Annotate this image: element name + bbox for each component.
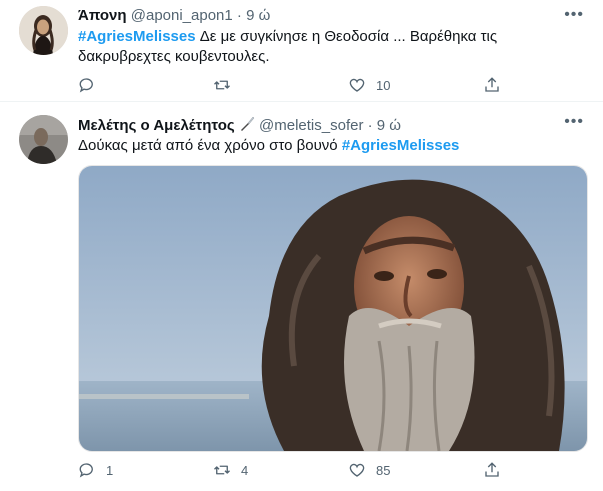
tweet[interactable]: Άπονη @aponi_apon1 · 9 ώ ••• #AgriesMeli… <box>0 0 603 102</box>
display-name[interactable]: Μελέτης ο Αμελέτητος <box>78 117 235 134</box>
more-icon[interactable]: ••• <box>564 6 584 24</box>
hashtag-link[interactable]: #AgriesMelisses <box>78 28 196 45</box>
tweet-header: Άπονη @aponi_apon1 · 9 ώ <box>78 7 270 24</box>
like-count: 10 <box>376 77 391 93</box>
share-icon <box>485 462 499 477</box>
share-button[interactable] <box>483 76 501 94</box>
share-icon <box>485 77 499 92</box>
like-button[interactable]: 10 <box>348 76 390 94</box>
retweet-icon <box>214 465 230 475</box>
like-button[interactable]: 85 <box>348 461 390 479</box>
tweet-photo[interactable] <box>78 165 588 452</box>
hashtag-link[interactable]: #AgriesMelisses <box>342 137 460 154</box>
separator-dot: · <box>367 117 373 134</box>
reply-icon <box>79 78 93 93</box>
knife-icon <box>240 116 255 131</box>
reply-button[interactable]: 1 <box>78 461 113 479</box>
share-button[interactable] <box>483 461 501 479</box>
display-name[interactable]: Άπονη <box>78 7 127 24</box>
retweet-icon <box>214 80 230 90</box>
timestamp[interactable]: 9 ώ <box>246 7 270 24</box>
like-count: 85 <box>376 462 391 478</box>
like-icon <box>349 78 365 92</box>
tweet-header: Μελέτης ο Αμελέτητος @meletis_sofer · 9 … <box>78 116 401 134</box>
tweet-actions: 10 <box>78 76 578 96</box>
avatar[interactable] <box>19 6 68 55</box>
tweet-text: Δούκας μετά από ένα χρόνο στο βουνό #Agr… <box>78 136 548 156</box>
tweet-actions: 1 4 85 <box>78 461 578 481</box>
retweet-button[interactable]: 4 <box>213 461 248 479</box>
reply-count: 1 <box>106 462 114 478</box>
tweet-text: #AgriesMelisses Δε με συγκίνησε η Θεοδοσ… <box>78 27 548 67</box>
avatar[interactable] <box>19 115 68 164</box>
more-icon[interactable]: ••• <box>564 113 584 131</box>
timestamp[interactable]: 9 ώ <box>377 117 401 134</box>
like-icon <box>349 463 365 477</box>
retweet-count: 4 <box>241 462 249 478</box>
user-handle[interactable]: @aponi_apon1 <box>131 7 233 24</box>
separator-dot: · <box>236 7 242 24</box>
tweet-body: Δούκας μετά από ένα χρόνο στο βουνό <box>78 137 338 154</box>
user-handle[interactable]: @meletis_sofer <box>259 117 363 134</box>
reply-icon <box>79 463 93 478</box>
retweet-button[interactable] <box>213 76 241 94</box>
reply-button[interactable] <box>78 76 106 94</box>
